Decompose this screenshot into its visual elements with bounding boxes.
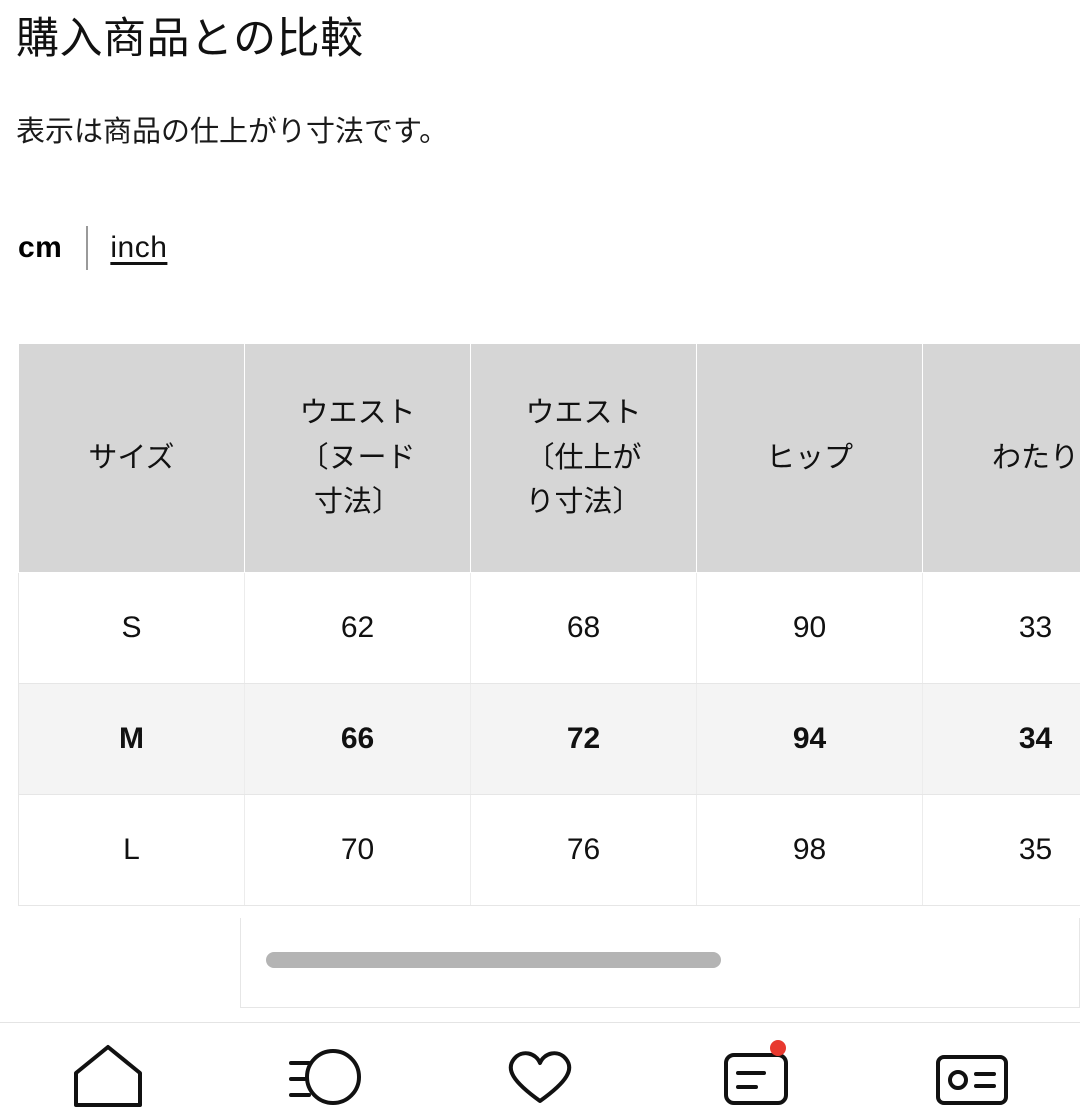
cell-size: S [19, 573, 245, 684]
bottom-navigation-bar [0, 1023, 1080, 1080]
table-row: S 62 68 90 33 [19, 573, 1080, 684]
page-title: 購入商品との比較 [16, 14, 364, 66]
column-header-waist-nude-line-1: ウエスト [255, 391, 460, 436]
unit-toggle: cm inch [18, 222, 167, 274]
home-icon [70, 1043, 146, 1107]
nav-item-home[interactable] [0, 1023, 216, 1080]
column-header-hip-line-1: ヒップ [707, 436, 912, 481]
column-header-thigh: わたり [923, 344, 1080, 573]
size-table-scroll-container[interactable]: サイズ ウエスト 〔ヌード 寸法〕 ウエスト 〔仕上が り寸法〕 ヒップ [18, 343, 1080, 906]
unit-divider [86, 226, 88, 270]
cell-waist-finished: 76 [471, 795, 697, 906]
nav-item-membership[interactable] [864, 1023, 1080, 1080]
cell-thigh: 35 [923, 795, 1080, 906]
size-table-body: S 62 68 90 33 M 66 72 94 34 L 70 [19, 573, 1080, 906]
cell-waist-finished: 72 [471, 684, 697, 795]
nav-item-orders[interactable] [648, 1023, 864, 1080]
cell-hip: 98 [697, 795, 923, 906]
column-header-hip: ヒップ [697, 344, 923, 573]
table-row: M 66 72 94 34 [19, 684, 1080, 795]
size-table-header: サイズ ウエスト 〔ヌード 寸法〕 ウエスト 〔仕上が り寸法〕 ヒップ [19, 344, 1080, 573]
column-header-size-line-1: サイズ [29, 436, 234, 481]
column-header-waist-finished-line-3: り寸法〕 [481, 480, 686, 525]
nav-item-favorites[interactable] [432, 1023, 648, 1080]
column-header-waist-nude: ウエスト 〔ヌード 寸法〕 [245, 344, 471, 573]
member-card-icon [930, 1043, 1014, 1107]
heart-icon [500, 1043, 580, 1107]
cell-thigh: 33 [923, 573, 1080, 684]
unit-option-cm[interactable]: cm [18, 231, 62, 265]
nav-item-search[interactable] [216, 1023, 432, 1080]
cell-size: L [19, 795, 245, 906]
size-table: サイズ ウエスト 〔ヌード 寸法〕 ウエスト 〔仕上が り寸法〕 ヒップ [18, 343, 1080, 906]
column-header-waist-finished-line-1: ウエスト [481, 391, 686, 436]
cell-waist-nude: 70 [245, 795, 471, 906]
column-header-waist-finished: ウエスト 〔仕上が り寸法〕 [471, 344, 697, 573]
unit-option-inch[interactable]: inch [110, 231, 167, 265]
cell-waist-nude: 62 [245, 573, 471, 684]
cell-hip: 90 [697, 573, 923, 684]
table-header-row: サイズ ウエスト 〔ヌード 寸法〕 ウエスト 〔仕上が り寸法〕 ヒップ [19, 344, 1080, 573]
horizontal-scrollbar-thumb[interactable] [266, 952, 721, 968]
column-header-size: サイズ [19, 344, 245, 573]
column-header-waist-nude-line-3: 寸法〕 [255, 480, 460, 525]
cell-thigh: 34 [923, 684, 1080, 795]
cell-size: M [19, 684, 245, 795]
search-icon [279, 1043, 369, 1107]
table-row: L 70 76 98 35 [19, 795, 1080, 906]
cell-hip: 94 [697, 684, 923, 795]
cell-waist-nude: 66 [245, 684, 471, 795]
column-header-thigh-line-1: わたり [933, 436, 1080, 481]
column-header-waist-finished-line-2: 〔仕上が [481, 436, 686, 481]
size-comparison-page: 購入商品との比較 表示は商品の仕上がり寸法です。 cm inch サイズ ウエス… [0, 0, 1080, 1080]
cell-waist-finished: 68 [471, 573, 697, 684]
page-subtitle: 表示は商品の仕上がり寸法です。 [16, 114, 448, 152]
column-header-waist-nude-line-2: 〔ヌード [255, 436, 460, 481]
notification-badge [770, 1040, 786, 1056]
